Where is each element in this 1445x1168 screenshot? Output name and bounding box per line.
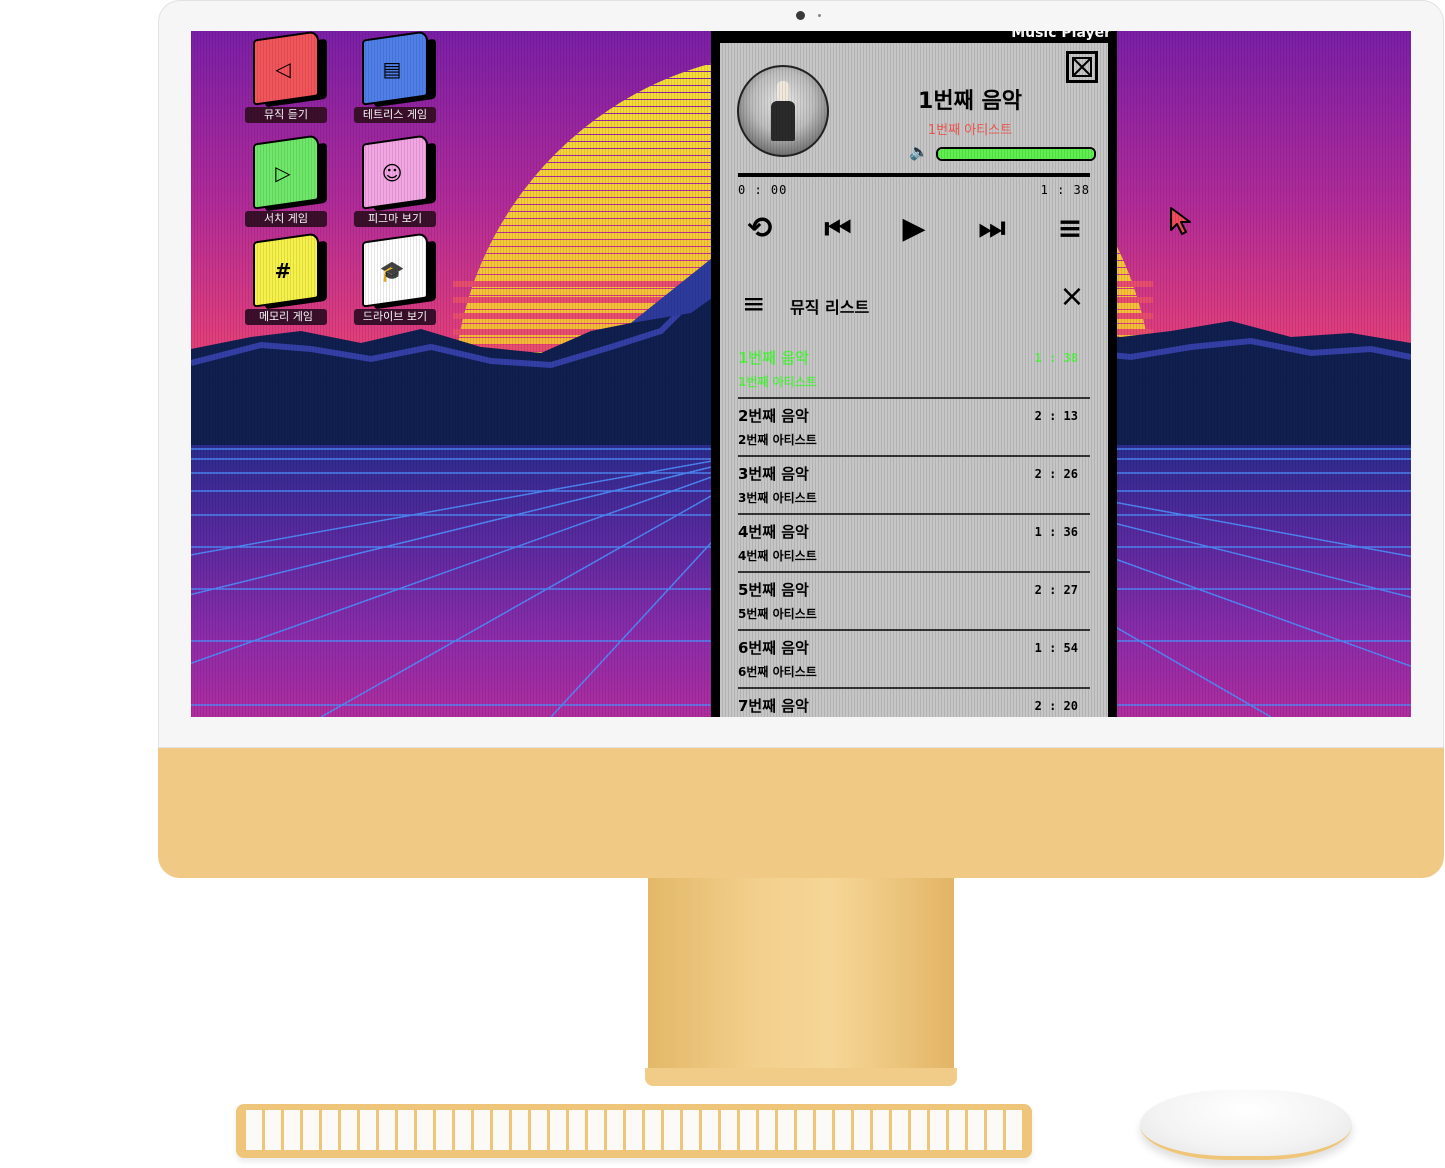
desktop-icon-search-game[interactable]: ▷ 서치 게임 [245,134,335,231]
document-icon: ▤ [382,57,402,81]
microphone-image [777,81,789,101]
track-item[interactable]: 5번째 음악 5번째 아티스트 2 : 27 [738,573,1090,631]
prev-icon: ⏮ [824,211,852,246]
desktop-icon-label: 서치 게임 [245,211,327,227]
imac-stand [648,878,954,1072]
hash-icon: # [274,259,292,283]
track-artist: 4번째 아티스트 [738,549,817,563]
window-close-button[interactable] [1066,51,1098,83]
desktop-icon-figma[interactable]: ☺ 피그마 보기 [354,134,444,231]
imac-chin [158,748,1444,878]
keyboard [236,1104,1032,1158]
next-icon: ⏭ [978,211,1006,246]
track-duration: 2 : 26 [1034,467,1078,481]
desktop-icon-tetris[interactable]: ▤ 테트리스 게임 [354,31,444,127]
play-icon: ▶ [902,211,926,246]
track-title: 2번째 음악 [738,407,809,425]
album-art [737,65,829,157]
desktop-icon-label: 피그마 보기 [354,211,436,227]
track-item[interactable]: 2번째 음악 2번째 아티스트 2 : 13 [738,399,1090,457]
desktop-icon-label: 메모리 게임 [245,309,327,325]
track-duration: 2 : 20 [1034,699,1078,713]
track-list: 1번째 음악 1번째 아티스트 1 : 38 2번째 음악 2번째 아티스트 2… [738,341,1090,717]
track-artist: 6번째 아티스트 [738,665,817,679]
magic-mouse [1140,1090,1352,1160]
close-icon: × [1059,279,1085,314]
time-total: 1 : 38 [1040,183,1090,197]
repeat-icon: ⟲ [747,211,773,246]
play-icon: ▷ [275,161,291,185]
time-current: 0 : 00 [738,183,788,197]
microphone-stand [771,101,795,141]
track-duration: 2 : 13 [1034,409,1078,423]
track-title: 6번째 음악 [738,639,809,657]
progress-bar[interactable] [738,173,1090,177]
track-artist: 5번째 아티스트 [738,607,817,621]
desktop-icon-memory-game[interactable]: # 메모리 게임 [245,232,335,329]
track-title: 3번째 음악 [738,465,809,483]
desktop-icon-label: 뮤직 듣기 [245,107,327,123]
desktop-icon-label: 드라이브 보기 [354,309,436,325]
track-title: 5번째 음악 [738,581,809,599]
desktop-icon-label: 테트리스 게임 [354,107,436,123]
track-title: 4번째 음악 [738,523,809,541]
track-item[interactable]: 6번째 음악 6번째 아티스트 1 : 54 [738,631,1090,689]
track-artist: 1번째 아티스트 [738,375,817,389]
users-icon: ☺ [381,161,403,185]
graduation-cap-icon: 🎓 [379,259,405,283]
mouse-cursor-icon [1170,207,1191,235]
track-title: 1번째 음악 [738,349,809,367]
music-list-title: 뮤직 리스트 [790,298,870,317]
track-duration: 1 : 38 [1034,351,1078,365]
close-icon [1072,57,1092,77]
repeat-button[interactable]: ⟲ [740,211,780,247]
speaker-icon: ◁ [275,57,291,81]
music-player-window: Music Player 1번째 음악 1번째 아티스트 🔈 0 : 00 1 … [711,31,1117,717]
list-close-button[interactable]: × [1058,282,1086,312]
track-title: 7번째 음악 [738,697,809,715]
menu-icon: ≡ [1057,211,1083,246]
now-playing-title: 1번째 음악 [918,89,1022,114]
track-duration: 2 : 27 [1034,583,1078,597]
list-menu-icon[interactable]: ≡ [742,290,772,318]
track-artist: 3번째 아티스트 [738,491,817,505]
desktop-icon-music[interactable]: ◁ 뮤직 듣기 [245,31,335,127]
track-item[interactable]: 4번째 음악 4번째 아티스트 1 : 36 [738,515,1090,573]
prev-button[interactable]: ⏮ [818,211,858,247]
track-item[interactable]: 7번째 음악 2 : 20 [738,689,1090,717]
volume-icon[interactable]: 🔈 [909,143,931,161]
track-item[interactable]: 3번째 음악 3번째 아티스트 2 : 26 [738,457,1090,515]
imac-stand-foot [645,1068,957,1086]
camera-sensor [818,14,821,17]
menu-button[interactable]: ≡ [1050,211,1090,247]
next-button[interactable]: ⏭ [972,211,1012,247]
track-duration: 1 : 36 [1034,525,1078,539]
now-playing-artist: 1번째 아티스트 [927,123,1013,138]
play-button[interactable]: ▶ [894,211,934,247]
track-artist: 2번째 아티스트 [738,433,817,447]
camera [796,11,805,20]
track-duration: 1 : 54 [1034,641,1078,655]
desktop-screen: ◁ 뮤직 듣기 ▤ 테트리스 게임 ▷ 서치 게임 ☺ 피그마 보기 # 메모리… [191,31,1411,717]
track-item[interactable]: 1번째 음악 1번째 아티스트 1 : 38 [738,341,1090,399]
desktop-icon-drive[interactable]: 🎓 드라이브 보기 [354,232,444,329]
volume-slider[interactable] [936,147,1096,161]
volume-fill [938,149,1094,159]
keyboard-keys [246,1110,1022,1150]
player-panel: 1번째 음악 1번째 아티스트 🔈 0 : 00 1 : 38 ⟲ ⏮ ▶ ⏭ … [720,43,1108,717]
window-title: Music Player [1011,31,1111,41]
